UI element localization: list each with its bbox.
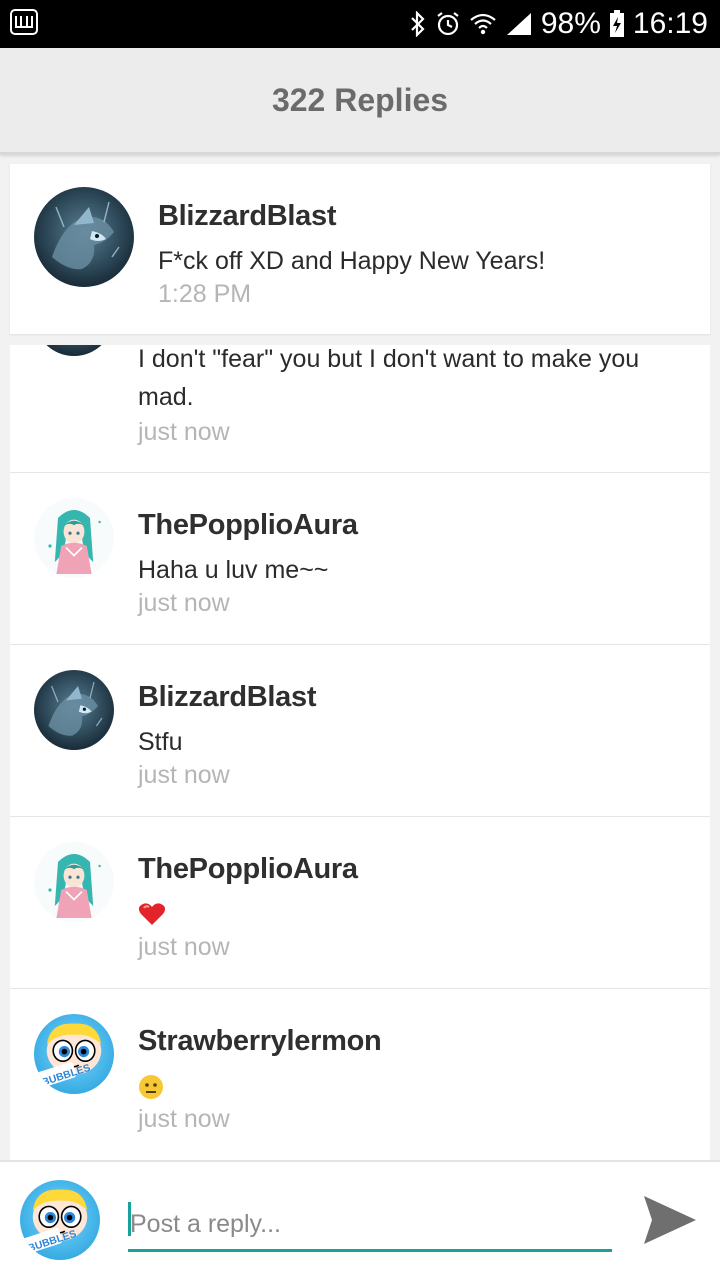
avatar[interactable]	[34, 498, 114, 578]
signal-icon	[505, 11, 533, 37]
app-notification-icon	[10, 8, 38, 40]
alarm-icon	[435, 11, 461, 37]
reply-author[interactable]: Strawberrylermon	[138, 1025, 382, 1058]
reply-time: just now	[138, 418, 230, 446]
avatar[interactable]	[34, 187, 134, 287]
list-item[interactable]: I don't "fear" you but I don't want to m…	[10, 345, 710, 473]
parent-comment[interactable]: BlizzardBlast F*ck off XD and Happy New …	[10, 164, 710, 334]
comment-time: 1:28 PM	[158, 280, 252, 308]
send-button[interactable]	[640, 1190, 700, 1250]
list-item[interactable]: ThePopplioAura Haha u luv me~~ just now	[10, 472, 710, 645]
composer-avatar	[20, 1180, 100, 1260]
avatar[interactable]	[34, 670, 114, 750]
reply-time: just now	[138, 589, 230, 617]
comment-author[interactable]: BlizzardBlast	[158, 200, 337, 233]
bluetooth-icon	[409, 11, 427, 37]
battery-charging-icon	[609, 10, 625, 38]
text-cursor	[128, 1202, 131, 1236]
list-item[interactable]: ThePopplioAura just now	[10, 816, 710, 989]
comment-text: F*ck off XD and Happy New Years!	[158, 247, 546, 275]
reply-time: just now	[138, 761, 230, 789]
app-bar: 322 Replies	[0, 48, 720, 154]
wifi-icon	[469, 11, 497, 37]
heart-icon	[138, 902, 166, 930]
avatar[interactable]	[34, 842, 114, 922]
reply-text: Haha u luv me~~	[138, 556, 329, 584]
replies-list[interactable]: I don't "fear" you but I don't want to m…	[10, 345, 710, 1160]
reply-author[interactable]: ThePopplioAura	[138, 853, 358, 886]
neutral-face-emoji-icon	[138, 1074, 164, 1104]
reply-text: I don't "fear" you but I don't want to m…	[138, 345, 640, 411]
reply-time: just now	[138, 1105, 230, 1133]
clock: 16:19	[632, 7, 708, 40]
list-item[interactable]: Strawberrylermon just now	[10, 988, 710, 1160]
reply-author[interactable]: BlizzardBlast	[138, 681, 317, 714]
reply-time: just now	[138, 933, 230, 961]
list-item[interactable]: BlizzardBlast Stfu just now	[10, 644, 710, 817]
reply-author[interactable]: ThePopplioAura	[138, 509, 358, 542]
reply-text: Stfu	[138, 728, 183, 756]
page-title: 322 Replies	[271, 81, 449, 118]
avatar[interactable]	[34, 1014, 114, 1094]
avatar[interactable]	[34, 345, 114, 356]
status-bar: 98% 16:19	[0, 0, 720, 48]
reply-input[interactable]	[128, 1200, 612, 1252]
battery-percent: 98%	[540, 7, 601, 40]
send-icon	[644, 1196, 696, 1244]
